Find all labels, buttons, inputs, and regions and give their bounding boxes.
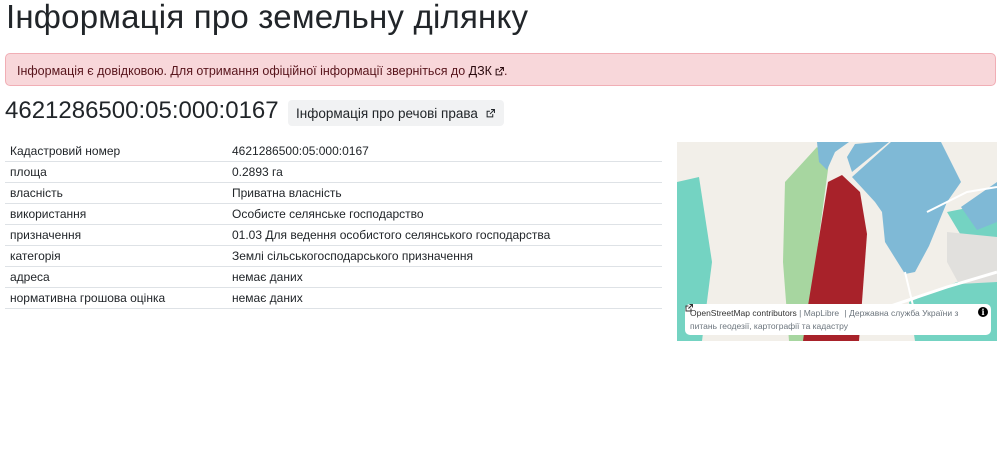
external-link-icon (486, 106, 495, 121)
row-value: Особисте селянське господарство (227, 203, 662, 225)
row-key: власність (5, 182, 227, 204)
info-icon[interactable]: i (978, 307, 988, 317)
alert-text: Інформація є довідковою. Для отримання о… (17, 64, 469, 78)
parcel-map[interactable]: OpenStreetMap contributors | MapLibre | … (677, 142, 997, 341)
attribution-separator: | (796, 308, 804, 318)
row-key: Кадастровий номер (5, 141, 227, 162)
row-value: 0.2893 га (227, 161, 662, 183)
info-alert: Інформація є довідковою. Для отримання о… (5, 53, 996, 86)
row-key: використання (5, 203, 227, 225)
row-value: 4621286500:05:000:0167 (227, 141, 662, 162)
maplibre-label: MapLibre (803, 308, 840, 318)
row-key: адреса (5, 266, 227, 288)
table-row: адреса немає даних (5, 266, 662, 288)
row-key: призначення (5, 224, 227, 246)
table-row: Кадастровий номер 4621286500:05:000:0167 (5, 141, 662, 162)
table-row: використання Особисте селянське господарс… (5, 203, 662, 225)
property-rights-label: Інформація про речові права (296, 105, 478, 121)
row-key: нормативна грошова оцінка (5, 287, 227, 309)
row-value: Землі сільськогосподарського призначення (227, 245, 662, 267)
map-attribution: OpenStreetMap contributors | MapLibre | … (685, 304, 991, 335)
row-key: площа (5, 161, 227, 183)
parcel-info-table: Кадастровий номер 4621286500:05:000:0167 … (5, 141, 662, 309)
row-value: немає даних (227, 287, 662, 309)
alert-suffix: . (503, 64, 508, 78)
dzk-link-label: ДЗК (468, 64, 492, 78)
table-row: призначення 01.03 Для ведення особистого … (5, 224, 662, 246)
maplibre-link[interactable]: MapLibre (804, 308, 839, 318)
table-row: площа 0.2893 га (5, 161, 662, 183)
table-row: власність Приватна власність (5, 182, 662, 204)
table-row: категорія Землі сільськогосподарського пр… (5, 245, 662, 267)
osm-link[interactable]: OpenStreetMap contributors (690, 308, 797, 318)
cadastral-number-heading: 4621286500:05:000:0167 (5, 97, 279, 124)
table-row: нормативна грошова оцінка немає даних (5, 287, 662, 309)
property-rights-button[interactable]: Інформація про речові права (288, 100, 504, 126)
row-key: категорія (5, 245, 227, 267)
row-value: 01.03 Для ведення особистого селянського… (227, 224, 662, 246)
row-value: Приватна власність (227, 182, 662, 204)
page-title: Інформація про земельну ділянку (6, 0, 529, 35)
row-value: немає даних (227, 266, 662, 288)
dzk-link[interactable]: ДЗК (469, 64, 504, 78)
external-link-icon (495, 65, 504, 79)
